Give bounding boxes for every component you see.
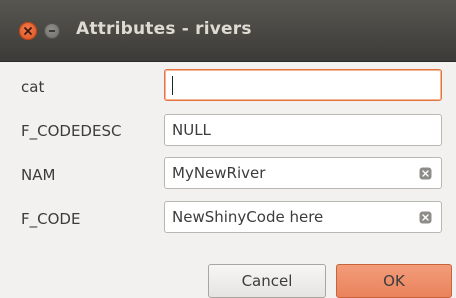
title-bar: Attributes - rivers: [0, 0, 456, 62]
f-code-input-value: NewShinyCode here: [172, 208, 324, 226]
text-cursor: [172, 76, 173, 95]
ok-button-label: OK: [383, 272, 405, 290]
field-label-nam: NAM: [21, 166, 56, 184]
nam-input-value: MyNewRiver: [172, 164, 266, 182]
f-code-input[interactable]: NewShinyCode here: [164, 201, 442, 233]
field-label-f-codedesc: F_CODEDESC: [21, 122, 122, 140]
attributes-dialog: Attributes - rivers cat F_CODEDESC NULL …: [0, 0, 456, 298]
clear-field-icon[interactable]: [419, 211, 432, 224]
cat-input[interactable]: [164, 69, 442, 101]
f-codedesc-input[interactable]: NULL: [164, 114, 442, 146]
f-codedesc-input-value: NULL: [172, 121, 211, 139]
cancel-button[interactable]: Cancel: [208, 264, 326, 298]
close-icon: [24, 27, 32, 35]
close-window-button[interactable]: [19, 22, 37, 40]
ok-button[interactable]: OK: [336, 264, 452, 298]
field-label-f-code: F_CODE: [21, 210, 81, 228]
clear-field-icon[interactable]: [419, 167, 432, 180]
window-title: Attributes - rivers: [76, 19, 252, 39]
minimize-window-button[interactable]: [44, 23, 60, 39]
nam-input[interactable]: MyNewRiver: [164, 157, 442, 189]
field-label-cat: cat: [21, 78, 45, 96]
cancel-button-label: Cancel: [241, 272, 293, 290]
